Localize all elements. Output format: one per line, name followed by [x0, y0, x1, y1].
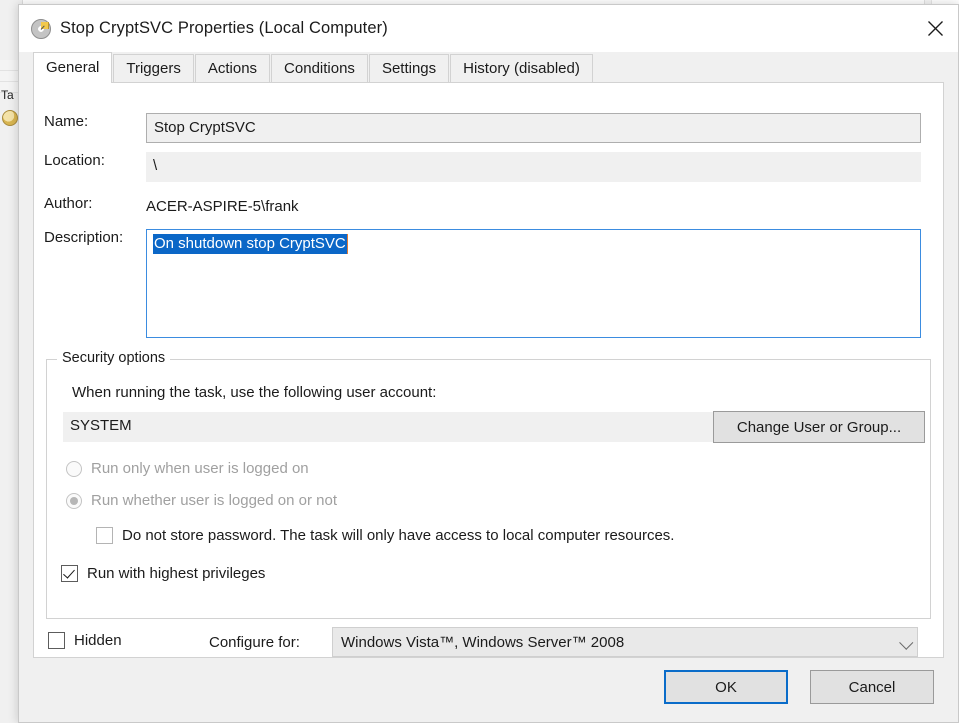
configure-for-select[interactable]: Windows Vista™, Windows Server™ 2008: [332, 627, 918, 657]
tab-general[interactable]: General: [33, 52, 113, 83]
ok-button[interactable]: OK: [664, 670, 788, 704]
clock-schedule-icon: [31, 18, 51, 39]
checkbox-hidden-label: Hidden: [74, 632, 122, 649]
author-value: ACER-ASPIRE-5\frank: [146, 198, 299, 215]
checkbox-icon: [96, 527, 113, 544]
location-row: Location: \: [34, 152, 943, 182]
name-label: Name:: [44, 113, 89, 130]
user-account-field[interactable]: SYSTEM: [63, 412, 713, 442]
change-user-or-group-button[interactable]: Change User or Group...: [713, 411, 925, 443]
location-label: Location:: [44, 152, 105, 169]
cancel-button[interactable]: Cancel: [810, 670, 934, 704]
task-clock-icon: [2, 110, 18, 126]
tab-conditions[interactable]: Conditions: [271, 54, 368, 82]
security-options-group: Security options When running the task, …: [46, 350, 931, 619]
checkbox-do-not-store-password-label: Do not store password. The task will onl…: [122, 527, 675, 544]
radio-selected-icon: [66, 492, 82, 509]
dialog-title: Stop CryptSVC Properties (Local Computer…: [60, 19, 388, 37]
description-label: Description:: [44, 229, 124, 246]
location-value: \: [146, 152, 921, 182]
author-row: Author: ACER-ASPIRE-5\frank: [34, 195, 943, 219]
general-tab-page: Name: Stop CryptSVC Location: \ Author: …: [33, 83, 944, 658]
tab-history[interactable]: History (disabled): [450, 54, 593, 82]
dialog-footer: OK Cancel: [19, 658, 958, 722]
radio-run-whether-logged-on-or-not-label: Run whether user is logged on or not: [91, 492, 337, 509]
tab-actions[interactable]: Actions: [194, 54, 271, 82]
chevron-down-icon: [899, 635, 914, 650]
checkbox-run-with-highest-privileges[interactable]: Run with highest privileges: [61, 565, 265, 582]
checkbox-icon: [48, 632, 65, 649]
radio-icon: [66, 460, 82, 477]
security-options-title: Security options: [57, 350, 171, 366]
account-prompt-label: When running the task, use the following…: [72, 384, 437, 401]
description-selected-text: On shutdown stop CryptSVC: [153, 234, 347, 254]
checkbox-do-not-store-password[interactable]: Do not store password. The task will onl…: [96, 527, 674, 544]
description-input[interactable]: On shutdown stop CryptSVC: [146, 229, 921, 338]
tab-triggers[interactable]: Triggers: [113, 54, 194, 82]
radio-run-only-when-logged-on[interactable]: Run only when user is logged on: [66, 460, 309, 477]
dialog-titlebar: Stop CryptSVC Properties (Local Computer…: [19, 5, 958, 52]
tab-settings[interactable]: Settings: [368, 54, 450, 82]
author-label: Author:: [44, 195, 93, 212]
configure-for-label: Configure for:: [209, 634, 300, 651]
close-button[interactable]: [912, 5, 958, 52]
tab-strip: General Triggers Actions Conditions Sett…: [33, 52, 944, 83]
name-input[interactable]: Stop CryptSVC: [146, 113, 921, 143]
description-row: Description: On shutdown stop CryptSVC: [34, 229, 943, 338]
radio-run-whether-logged-on-or-not[interactable]: Run whether user is logged on or not: [66, 492, 337, 509]
radio-run-only-when-logged-on-label: Run only when user is logged on: [91, 460, 309, 477]
configure-for-value: Windows Vista™, Windows Server™ 2008: [341, 633, 625, 651]
checkbox-run-with-highest-privileges-label: Run with highest privileges: [87, 565, 266, 582]
close-icon: [927, 21, 943, 36]
task-properties-dialog: Stop CryptSVC Properties (Local Computer…: [18, 4, 959, 723]
name-row: Name: Stop CryptSVC: [34, 113, 943, 143]
checkbox-hidden[interactable]: Hidden: [48, 632, 122, 649]
checkbox-checked-icon: [61, 565, 78, 582]
